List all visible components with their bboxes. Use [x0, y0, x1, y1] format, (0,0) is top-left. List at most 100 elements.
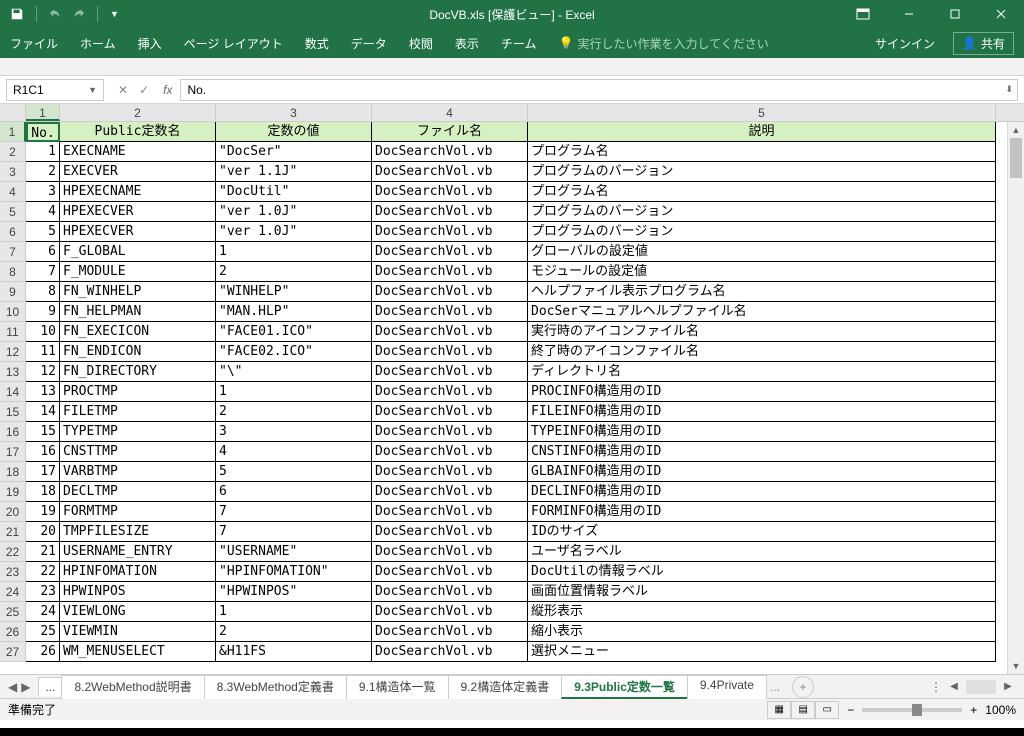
ribbon-tab-home[interactable]: ホーム	[80, 35, 116, 52]
row-header[interactable]: 13	[0, 362, 26, 382]
row-header[interactable]: 23	[0, 562, 26, 582]
sheet-nav-prev-icon[interactable]: ◀	[8, 680, 17, 694]
cell[interactable]: "WINHELP"	[216, 282, 372, 302]
cell[interactable]: DocSearchVol.vb	[372, 322, 528, 342]
cell[interactable]: 6	[26, 242, 60, 262]
cell[interactable]: 2	[216, 262, 372, 282]
sign-in-link[interactable]: サインイン	[875, 35, 935, 52]
cell[interactable]: プログラムのバージョン	[528, 222, 996, 242]
cell[interactable]: FN_HELPMAN	[60, 302, 216, 322]
cell[interactable]: CNSTINFO構造用のID	[528, 442, 996, 462]
cell[interactable]: DECLTMP	[60, 482, 216, 502]
sheet-nav-next-icon[interactable]: ▶	[21, 680, 30, 694]
cell[interactable]: 18	[26, 482, 60, 502]
hscroll-right-icon[interactable]: ▶	[1000, 681, 1016, 692]
cell[interactable]: DocUtilの情報ラベル	[528, 562, 996, 582]
cell[interactable]: DocSearchVol.vb	[372, 542, 528, 562]
row-header[interactable]: 22	[0, 542, 26, 562]
row-header[interactable]: 7	[0, 242, 26, 262]
sheet-tab[interactable]: 8.3WebMethod定義書	[204, 675, 347, 699]
cell[interactable]: "ver 1.0J"	[216, 202, 372, 222]
cell[interactable]: FN_DIRECTORY	[60, 362, 216, 382]
cell[interactable]: WM_MENUSELECT	[60, 642, 216, 662]
zoom-slider[interactable]	[862, 708, 962, 712]
ribbon-tab-review[interactable]: 校閲	[409, 35, 433, 52]
cell[interactable]: 4	[26, 202, 60, 222]
cell[interactable]: 画面位置情報ラベル	[528, 582, 996, 602]
cell[interactable]: 1	[216, 382, 372, 402]
vertical-scrollbar[interactable]: ▲ ▼	[1007, 122, 1024, 674]
cell[interactable]: HPINFOMATION	[60, 562, 216, 582]
cell[interactable]: DocSearchVol.vb	[372, 382, 528, 402]
hscroll-track[interactable]	[966, 680, 996, 694]
hscroll-left-icon[interactable]: ◀	[946, 681, 962, 692]
cell[interactable]: 8	[26, 282, 60, 302]
col-header[interactable]: 3	[216, 104, 372, 121]
cell[interactable]: 1	[26, 142, 60, 162]
cell[interactable]: DocSearchVol.vb	[372, 342, 528, 362]
cell[interactable]: 13	[26, 382, 60, 402]
row-header[interactable]: 8	[0, 262, 26, 282]
cell[interactable]: HPEXECVER	[60, 222, 216, 242]
view-page-layout-icon[interactable]: ▤	[791, 701, 815, 719]
col-header[interactable]: 2	[60, 104, 216, 121]
ribbon-tab-page-layout[interactable]: ページ レイアウト	[184, 35, 283, 52]
cell[interactable]: 選択メニュー	[528, 642, 996, 662]
cell[interactable]: HPEXECNAME	[60, 182, 216, 202]
cell[interactable]: プログラムのバージョン	[528, 162, 996, 182]
cell[interactable]: 7	[26, 262, 60, 282]
sheet-tab[interactable]: 9.1構造体一覧	[346, 675, 449, 699]
cell[interactable]: DocSearchVol.vb	[372, 362, 528, 382]
cell[interactable]: 5	[216, 462, 372, 482]
cell[interactable]: 3	[216, 422, 372, 442]
cell[interactable]: F_GLOBAL	[60, 242, 216, 262]
close-button[interactable]	[978, 0, 1024, 28]
cell[interactable]: GLBAINFO構造用のID	[528, 462, 996, 482]
cell[interactable]: DocSearchVol.vb	[372, 222, 528, 242]
fx-icon[interactable]: fx	[163, 83, 172, 97]
zoom-out-button[interactable]: −	[847, 703, 854, 717]
cell[interactable]: TMPFILESIZE	[60, 522, 216, 542]
cell[interactable]: 縦形表示	[528, 602, 996, 622]
cell[interactable]: 20	[26, 522, 60, 542]
cell[interactable]: 24	[26, 602, 60, 622]
cell[interactable]: 定数の値	[216, 122, 372, 142]
cell[interactable]: 2	[216, 622, 372, 642]
cell[interactable]: 終了時のアイコンファイル名	[528, 342, 996, 362]
cell[interactable]: FILEINFO構造用のID	[528, 402, 996, 422]
name-box[interactable]: R1C1 ▼	[6, 79, 104, 101]
cell[interactable]: "FACE01.ICO"	[216, 322, 372, 342]
maximize-button[interactable]	[932, 0, 978, 28]
cell[interactable]: DocSearchVol.vb	[372, 422, 528, 442]
cell[interactable]: FN_ENDICON	[60, 342, 216, 362]
row-header[interactable]: 3	[0, 162, 26, 182]
cell[interactable]: DECLINFO構造用のID	[528, 482, 996, 502]
zoom-in-button[interactable]: +	[970, 703, 977, 717]
row-header[interactable]: 26	[0, 622, 26, 642]
cell[interactable]: FILETMP	[60, 402, 216, 422]
qat-dropdown-icon[interactable]: ▼	[110, 9, 119, 19]
row-header[interactable]: 15	[0, 402, 26, 422]
cell[interactable]: DocSearchVol.vb	[372, 642, 528, 662]
new-sheet-button[interactable]: +	[792, 676, 814, 698]
row-header[interactable]: 9	[0, 282, 26, 302]
view-page-break-icon[interactable]: ▭	[815, 701, 839, 719]
ribbon-tab-file[interactable]: ファイル	[10, 35, 58, 52]
cell[interactable]: No.	[26, 122, 60, 142]
tab-divider-icon[interactable]: ⋮	[930, 680, 942, 694]
cell[interactable]: 7	[216, 522, 372, 542]
cell[interactable]: "HPINFOMATION"	[216, 562, 372, 582]
cell[interactable]: ヘルプファイル表示プログラム名	[528, 282, 996, 302]
cell[interactable]: "HPWINPOS"	[216, 582, 372, 602]
formula-input[interactable]: No. ⬇	[180, 79, 1018, 101]
cell[interactable]: DocSearchVol.vb	[372, 242, 528, 262]
cell[interactable]: 14	[26, 402, 60, 422]
cell[interactable]: Public定数名	[60, 122, 216, 142]
scroll-down-icon[interactable]: ▼	[1008, 658, 1024, 674]
cell[interactable]: FN_EXECICON	[60, 322, 216, 342]
cell[interactable]: DocSearchVol.vb	[372, 162, 528, 182]
row-header[interactable]: 24	[0, 582, 26, 602]
view-normal-icon[interactable]: ▦	[767, 701, 791, 719]
cell[interactable]: プログラム名	[528, 142, 996, 162]
ribbon-tab-data[interactable]: データ	[351, 35, 387, 52]
